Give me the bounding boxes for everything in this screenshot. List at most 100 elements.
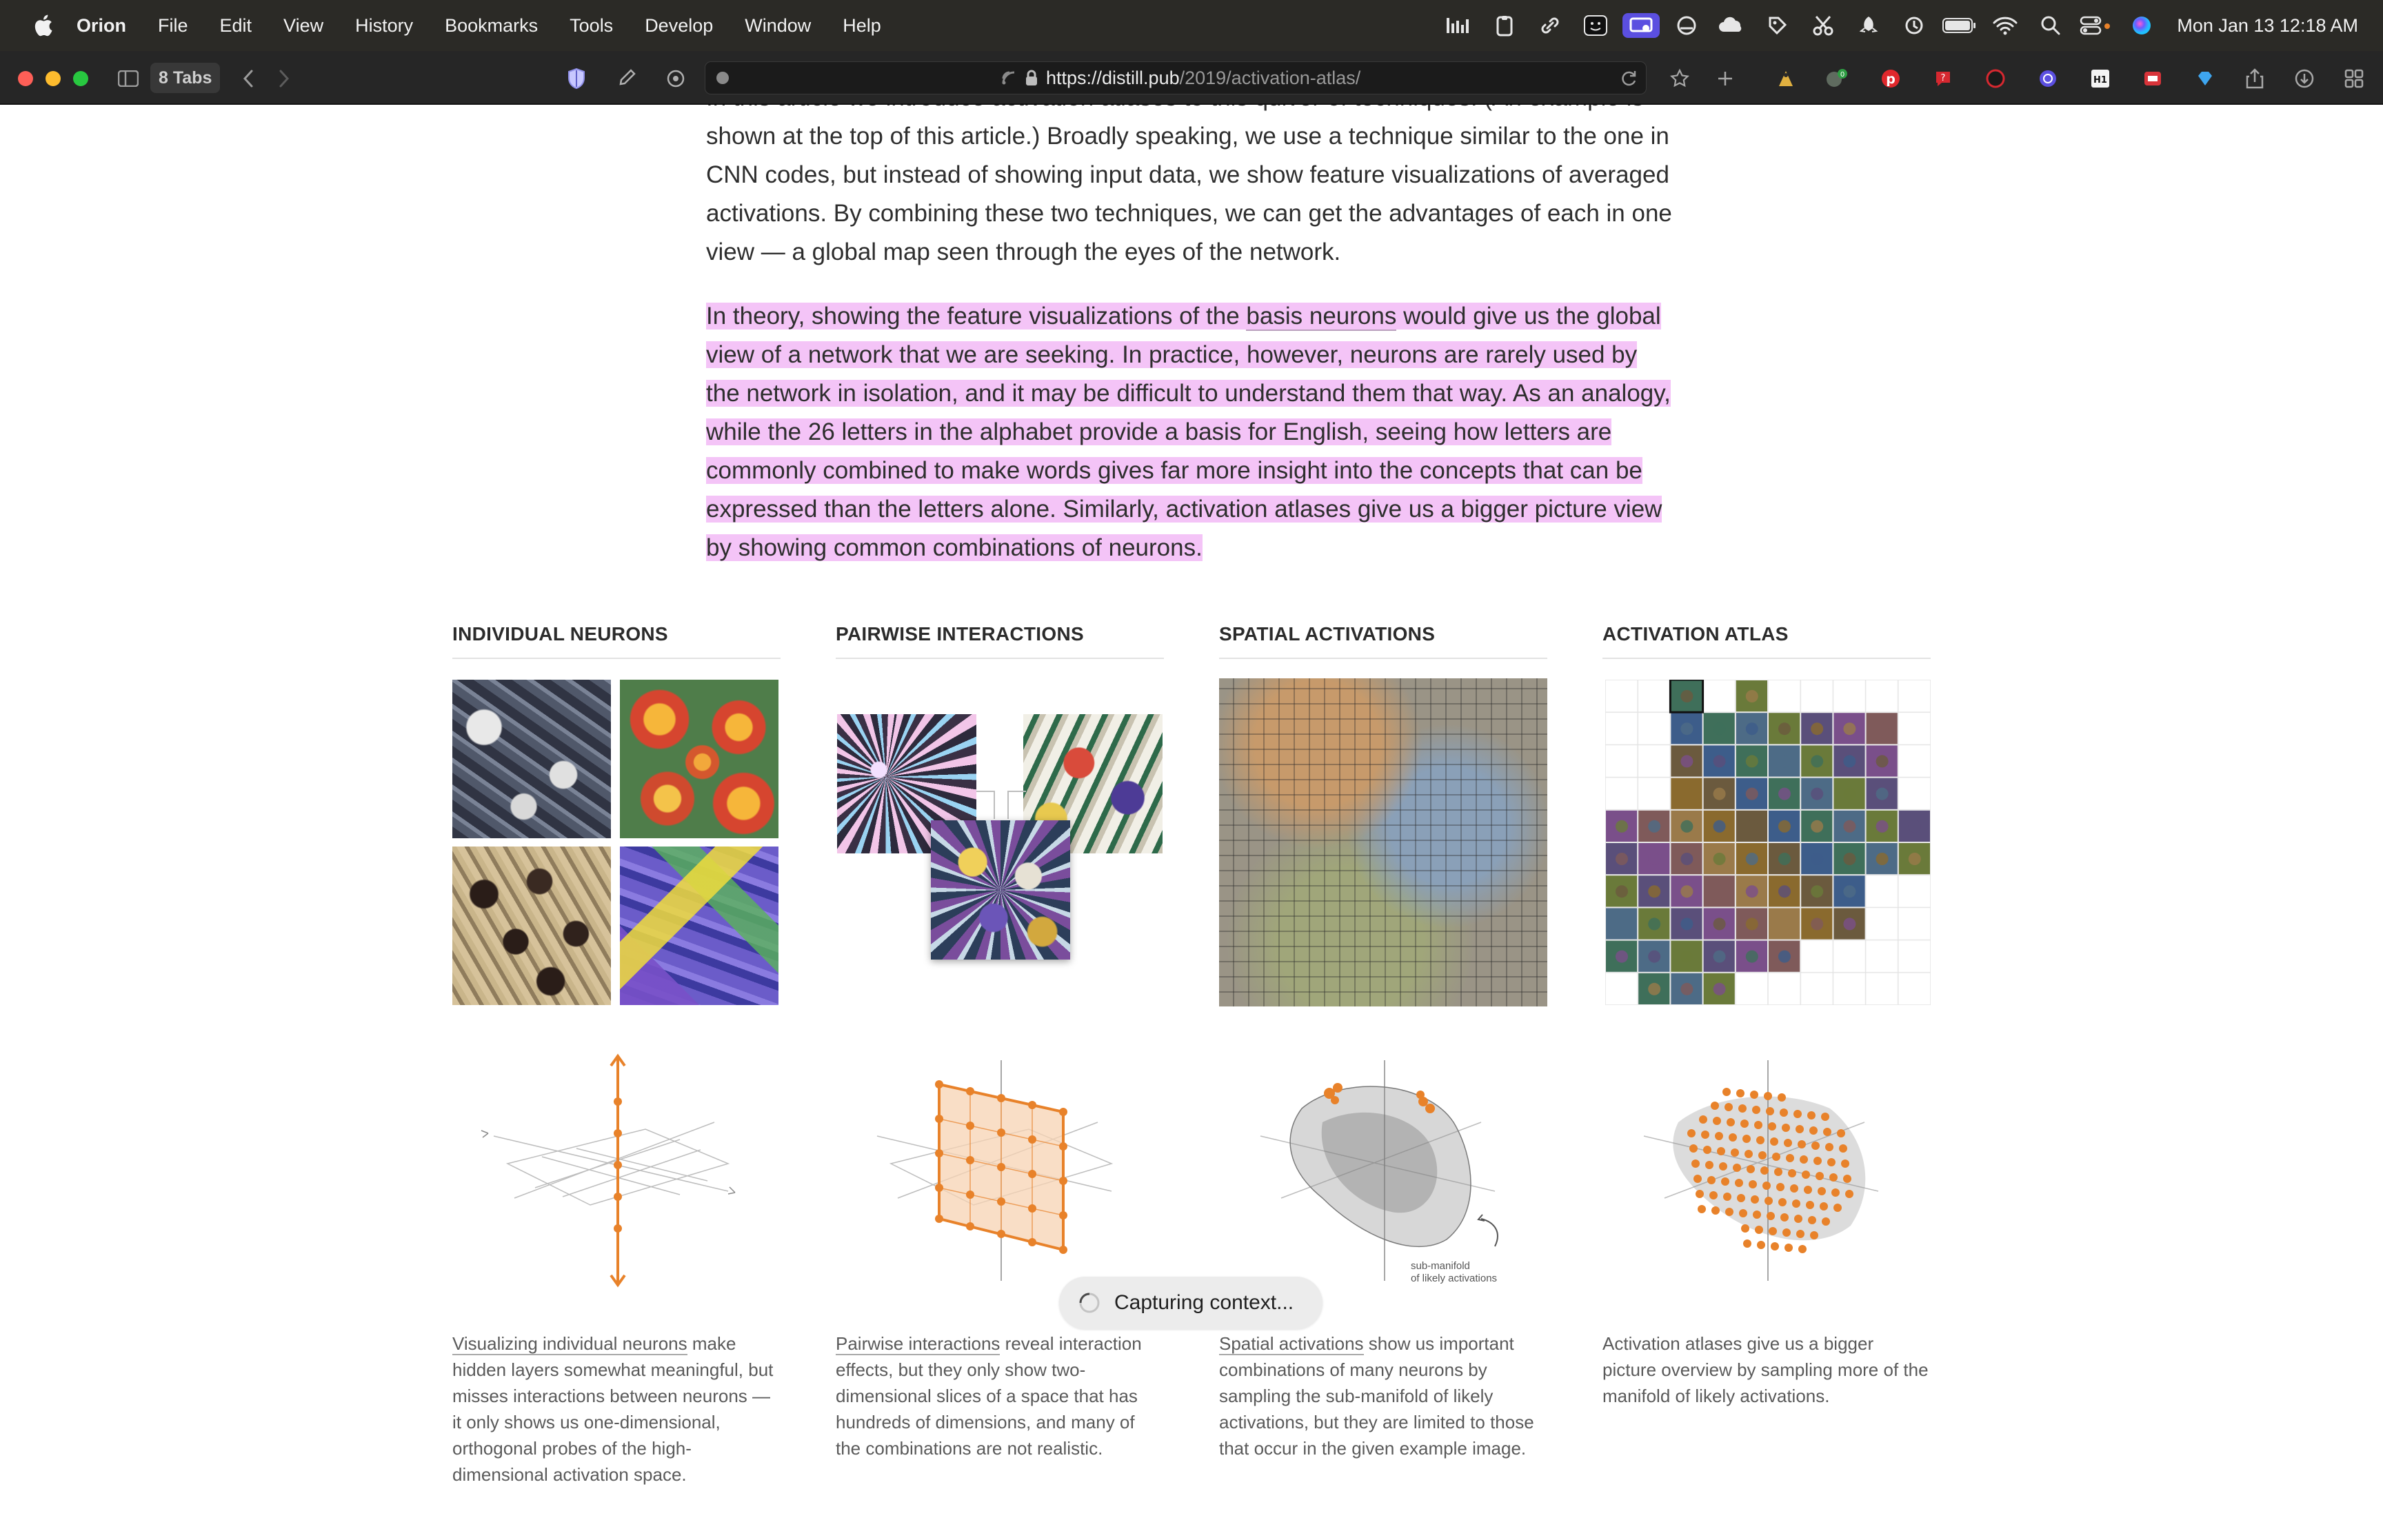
clipboard-icon[interactable] — [1482, 0, 1527, 51]
extension-gem-icon[interactable] — [2191, 65, 2219, 92]
atlas-cell-detail — [1648, 853, 1661, 865]
time-machine-icon[interactable] — [1891, 0, 1937, 51]
sample-dot — [1727, 1118, 1735, 1126]
activation-atlas-grid[interactable] — [1605, 680, 1931, 1005]
sample-dot — [1736, 1089, 1744, 1097]
spotlight-search-icon[interactable] — [2028, 0, 2073, 51]
sidebar-toggle-icon[interactable] — [114, 65, 142, 92]
sample-dot — [1711, 1102, 1719, 1110]
atlas-cell-detail — [1745, 690, 1758, 702]
atlas-cell-detail — [1713, 787, 1726, 800]
sample-dot — [1760, 1166, 1769, 1175]
menu-tools[interactable]: Tools — [554, 15, 629, 37]
wifi-icon[interactable] — [1982, 0, 2028, 51]
downloads-icon[interactable] — [2291, 65, 2318, 92]
screen-share-icon[interactable] — [1618, 0, 1664, 51]
close-window-button[interactable] — [18, 71, 33, 86]
menubar-clock[interactable]: Mon Jan 13 12:18 AM — [2177, 15, 2358, 37]
sample-dot — [1771, 1242, 1779, 1250]
atlas-cell-detail — [1680, 918, 1693, 931]
spatial-activations-link[interactable]: Spatial activations — [1219, 1333, 1364, 1355]
sample-dot — [1764, 1197, 1773, 1205]
extension-purple-icon[interactable] — [2034, 65, 2062, 92]
extension-red-icon[interactable]: ? — [1929, 65, 1957, 92]
extension-figure-icon[interactable] — [1772, 65, 1800, 92]
atlas-cell-detail — [1680, 853, 1693, 865]
sample-dot — [1743, 1239, 1751, 1248]
menu-view[interactable]: View — [268, 15, 339, 37]
sample-dot — [1770, 1137, 1778, 1146]
cloud-icon[interactable] — [1709, 0, 1755, 51]
extension-badge-icon[interactable]: 0 — [1823, 65, 1851, 92]
address-bar[interactable]: https://distill.pub/2019/activation-atla… — [705, 61, 1647, 94]
sample-dot — [1792, 1199, 1800, 1208]
reload-icon[interactable] — [1620, 70, 1638, 88]
bookmark-star-icon[interactable] — [1666, 65, 1693, 92]
sample-dot — [1807, 1111, 1816, 1119]
site-status-dot-icon — [716, 72, 729, 84]
extension-gear-icon[interactable] — [662, 65, 690, 92]
spatial-activations-diagram — [1260, 1060, 1498, 1281]
atlas-cell-detail — [1811, 918, 1824, 931]
neuron-visualization-image — [452, 680, 611, 838]
zoom-window-button[interactable] — [73, 71, 88, 86]
pairwise-interactions-link[interactable]: Pairwise interactions — [836, 1333, 1001, 1355]
sample-dot — [1831, 1188, 1840, 1197]
menu-file[interactable]: File — [142, 15, 204, 37]
sample-dot — [1823, 1128, 1831, 1136]
battery-icon[interactable] — [1937, 0, 1982, 51]
siri-icon[interactable] — [2119, 0, 2164, 51]
atlas-cell-detail — [1843, 787, 1856, 800]
sample-dot — [1750, 1091, 1758, 1099]
link-icon[interactable] — [1527, 0, 1573, 51]
tab-overview-icon[interactable] — [2340, 65, 2368, 92]
basis-neurons-link[interactable]: basis neurons — [1246, 303, 1397, 331]
browser-toolbar: 8 Tabs https://distill.pub/2019/activati… — [0, 51, 2383, 105]
menu-app-name[interactable]: Orion — [61, 15, 142, 37]
menu-edit[interactable]: Edit — [204, 15, 268, 37]
lock-icon[interactable] — [1025, 70, 1038, 86]
sample-dot — [1758, 1151, 1767, 1159]
new-tab-plus-icon[interactable] — [1711, 65, 1739, 92]
pairwise-combined-image — [931, 820, 1070, 960]
menu-history[interactable]: History — [339, 15, 429, 37]
shield-icon[interactable] — [563, 65, 590, 92]
atlas-cell-detail — [1616, 820, 1628, 833]
atlas-cell-detail — [1778, 885, 1791, 898]
scissors-icon[interactable] — [1800, 0, 1846, 51]
extension-brush-icon[interactable] — [612, 65, 640, 92]
tab-count-button[interactable]: 8 Tabs — [150, 63, 221, 93]
sample-dot — [1738, 1104, 1747, 1113]
sample-dot — [1717, 1147, 1725, 1155]
neuron-visualization-image — [620, 680, 778, 838]
share-icon[interactable] — [2241, 65, 2269, 92]
tag-icon[interactable] — [1755, 0, 1800, 51]
atlas-cell-detail — [1680, 787, 1693, 800]
atlas-cell-detail — [1876, 755, 1889, 768]
extension-dark-icon[interactable] — [1982, 65, 2009, 92]
rocket-icon[interactable] — [1846, 0, 1891, 51]
control-center-icon[interactable] — [2073, 0, 2119, 51]
pinterest-icon[interactable]: p — [1877, 65, 1904, 92]
atlas-cell-detail — [1648, 950, 1661, 963]
apple-logo-icon[interactable] — [25, 0, 61, 51]
forward-icon[interactable] — [270, 65, 298, 92]
extension-clipper-icon[interactable] — [2139, 65, 2166, 92]
face-app-icon[interactable] — [1573, 0, 1618, 51]
minimize-window-button[interactable] — [46, 71, 61, 86]
menu-bookmarks[interactable]: Bookmarks — [429, 15, 554, 37]
visualizing-neurons-link[interactable]: Visualizing individual neurons — [452, 1333, 687, 1355]
menu-help[interactable]: Help — [827, 15, 897, 37]
circle-slash-icon[interactable] — [1664, 0, 1709, 51]
back-icon[interactable] — [234, 65, 262, 92]
reader-mode-icon[interactable] — [1001, 70, 1017, 86]
atlas-cell-detail — [1680, 690, 1693, 702]
menu-develop[interactable]: Develop — [629, 15, 729, 37]
article-paragraph-2: In theory, showing the feature visualiza… — [706, 297, 1677, 567]
sample-dot — [1731, 1148, 1739, 1157]
menu-window[interactable]: Window — [729, 15, 827, 37]
paragraph-line: shown at the top of this article.) Broad… — [706, 123, 1669, 150]
audio-levels-icon[interactable] — [1436, 0, 1482, 51]
extension-h1-icon[interactable]: H1 — [2087, 65, 2114, 92]
atlas-cell-detail — [1713, 918, 1726, 931]
